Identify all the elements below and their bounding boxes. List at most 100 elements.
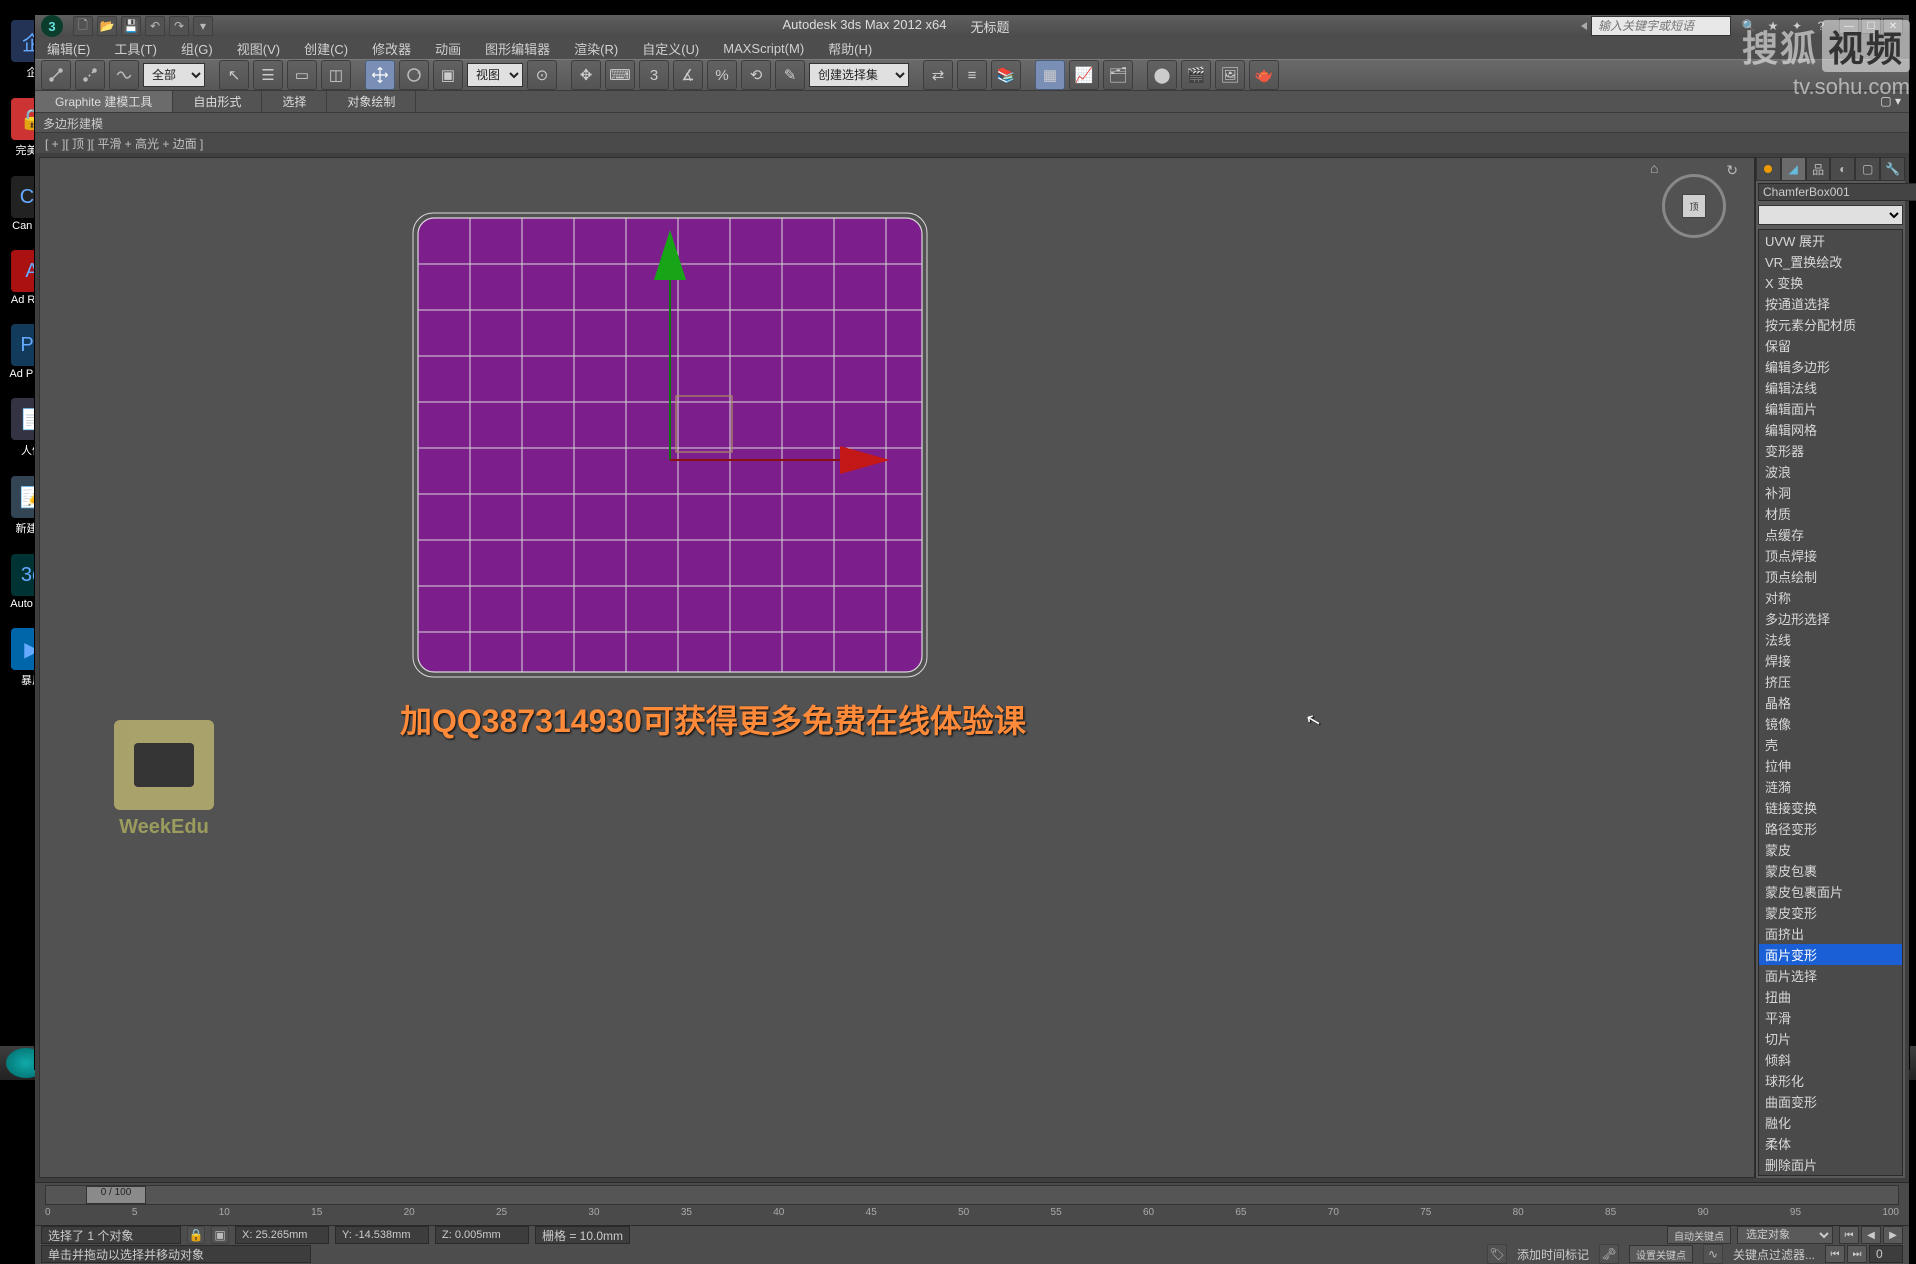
modifier-item[interactable]: 柔体 [1759,1133,1902,1154]
modifier-item[interactable]: 涟漪 [1759,776,1902,797]
bind-spacewarp-tool[interactable] [109,60,139,90]
modifier-item[interactable]: 蒙皮变形 [1759,902,1902,923]
object-name-field[interactable] [1758,183,1916,201]
select-by-name-tool[interactable]: ☰ [253,60,283,90]
modifier-item[interactable]: 链接变换 [1759,797,1902,818]
graphite-ribbon-toggle[interactable]: ▦ [1035,60,1065,90]
modifier-item[interactable]: 融化 [1759,1112,1902,1133]
modifier-item[interactable]: 倾斜 [1759,1049,1902,1070]
keyboard-shortcut-tool[interactable]: ⌨ [605,60,635,90]
menu-3[interactable]: 视图(V) [233,37,284,60]
current-frame-field[interactable]: 0 [1869,1245,1903,1263]
set-key-button[interactable]: 设置关键点 [1629,1245,1693,1263]
snap-3d-tool[interactable]: 3 [639,60,669,90]
rect-select-tool[interactable]: ▭ [287,60,317,90]
selection-filter-dropdown[interactable]: 全部 [143,63,205,87]
edit-named-sel-tool[interactable]: ✎ [775,60,805,90]
modifier-item[interactable]: 路径变形 [1759,818,1902,839]
coord-y[interactable]: Y: -14.538mm [335,1226,429,1244]
unlink-tool[interactable] [75,60,105,90]
new-file-button[interactable]: 🗋 [73,16,93,36]
add-time-tag[interactable]: 添加时间标记 [1517,1246,1589,1263]
lock-selection-icon[interactable]: 🔒 [187,1226,205,1244]
utilities-tab[interactable]: 🔧 [1880,157,1905,181]
modifier-item[interactable]: 编辑面片 [1759,398,1902,419]
viewport-caption[interactable]: [ + ][ 顶 ][ 平滑 + 高光 + 边面 ] [45,137,203,151]
pivot-center-tool[interactable]: ⊙ [527,60,557,90]
ribbon-tab-3[interactable]: 对象绘制 [327,91,416,112]
goto-start-button[interactable]: ⏮ [1839,1226,1859,1244]
ribbon-tab-0[interactable]: Graphite 建模工具 [35,91,173,112]
modifier-item[interactable]: 曲面变形 [1759,1091,1902,1112]
modifier-item[interactable]: 材质 [1759,503,1902,524]
menu-0[interactable]: 编辑(E) [43,37,94,60]
modifier-item[interactable]: 补洞 [1759,482,1902,503]
modifier-item[interactable]: 点缓存 [1759,524,1902,545]
curve-editor-tool[interactable]: 📈 [1069,60,1099,90]
modifier-item[interactable]: 蒙皮包裹 [1759,860,1902,881]
modifier-item[interactable]: 壳 [1759,734,1902,755]
schematic-view-tool[interactable]: 🗂 [1103,60,1133,90]
modifier-item[interactable]: 删除面片 [1759,1154,1902,1175]
menu-2[interactable]: 组(G) [177,37,217,60]
modifier-item[interactable]: 挤压 [1759,671,1902,692]
play-button[interactable]: ▶ [1883,1226,1903,1244]
move-tool[interactable] [365,60,395,90]
time-slider[interactable]: 0 / 100 [45,1185,1899,1205]
angle-snap-tool[interactable]: ∡ [673,60,703,90]
modifier-item[interactable]: VR_置换绘改 [1759,251,1902,272]
viewcube[interactable]: ⌂ ↻ 顶 [1654,166,1734,246]
modifier-list-dropdown[interactable] [1758,205,1903,225]
modifier-item[interactable]: 对称 [1759,587,1902,608]
isolate-icon[interactable]: ▣ [211,1226,229,1244]
scale-tool[interactable]: ▣ [433,60,463,90]
coord-x[interactable]: X: 25.265mm [235,1226,329,1244]
key-mode-dropdown[interactable]: 选定对象 [1737,1226,1833,1244]
modifier-item[interactable]: 镜像 [1759,713,1902,734]
modifier-item[interactable]: 切片 [1759,1028,1902,1049]
modifier-item[interactable]: 顶点焊接 [1759,545,1902,566]
menu-5[interactable]: 修改器 [368,37,415,60]
window-crossing-tool[interactable]: ◫ [321,60,351,90]
rotate-tool[interactable] [399,60,429,90]
select-object-tool[interactable]: ↖ [219,60,249,90]
modifier-item[interactable]: 顶点绘制 [1759,566,1902,587]
modify-tab[interactable]: ◢ [1781,157,1806,181]
spinner-snap-tool[interactable]: ⟲ [741,60,771,90]
modifier-item[interactable]: 蒙皮 [1759,839,1902,860]
key-icon[interactable]: 🗝 [1599,1244,1619,1264]
open-file-button[interactable]: 📂 [97,16,117,36]
viewcube-arrow-icon[interactable]: ↻ [1726,162,1738,179]
percent-snap-tool[interactable]: % [707,60,737,90]
prev-key-button[interactable]: ⏮ [1825,1245,1845,1263]
modifier-item[interactable]: UVW 展开 [1759,230,1902,251]
modifier-item[interactable]: 球形化 [1759,1070,1902,1091]
viewcube-home-icon[interactable]: ⌂ [1650,160,1658,176]
qat-dropdown[interactable]: ▾ [193,16,213,36]
layer-manager-tool[interactable]: 📚 [991,60,1021,90]
material-editor-tool[interactable]: ⬤ [1147,60,1177,90]
modifier-item[interactable]: 面片选择 [1759,965,1902,986]
modifier-item[interactable]: 多边形选择 [1759,608,1902,629]
modifier-item[interactable]: 保留 [1759,335,1902,356]
modifier-item[interactable]: 编辑多边形 [1759,356,1902,377]
key-filters-label[interactable]: 关键点过滤器... [1733,1246,1815,1263]
modifier-item[interactable]: 晶格 [1759,692,1902,713]
undo-button[interactable]: ↶ [145,16,165,36]
timetag-icon[interactable]: 🏷 [1487,1244,1507,1264]
modifier-item[interactable]: 扭曲 [1759,986,1902,1007]
modifier-list[interactable]: UVW 展开VR_置换绘改X 变换按通道选择按元素分配材质保留编辑多边形编辑法线… [1758,229,1903,1176]
modifier-item[interactable]: 拉伸 [1759,755,1902,776]
quick-render-tool[interactable]: 🫖 [1249,60,1279,90]
save-file-button[interactable]: 💾 [121,16,141,36]
menu-10[interactable]: MAXScript(M) [719,39,808,58]
motion-tab[interactable]: ◐ [1830,157,1855,181]
modifier-item[interactable]: X 变换 [1759,272,1902,293]
modifier-item[interactable]: 波浪 [1759,461,1902,482]
viewcube-face[interactable]: 顶 [1682,194,1706,218]
prev-frame-button[interactable]: ◀ [1861,1226,1881,1244]
modifier-item[interactable]: 编辑网格 [1759,419,1902,440]
modifier-item[interactable]: 编辑法线 [1759,377,1902,398]
modifier-item[interactable]: 蒙皮包裹面片 [1759,881,1902,902]
chamferbox-wireframe[interactable] [410,210,930,680]
